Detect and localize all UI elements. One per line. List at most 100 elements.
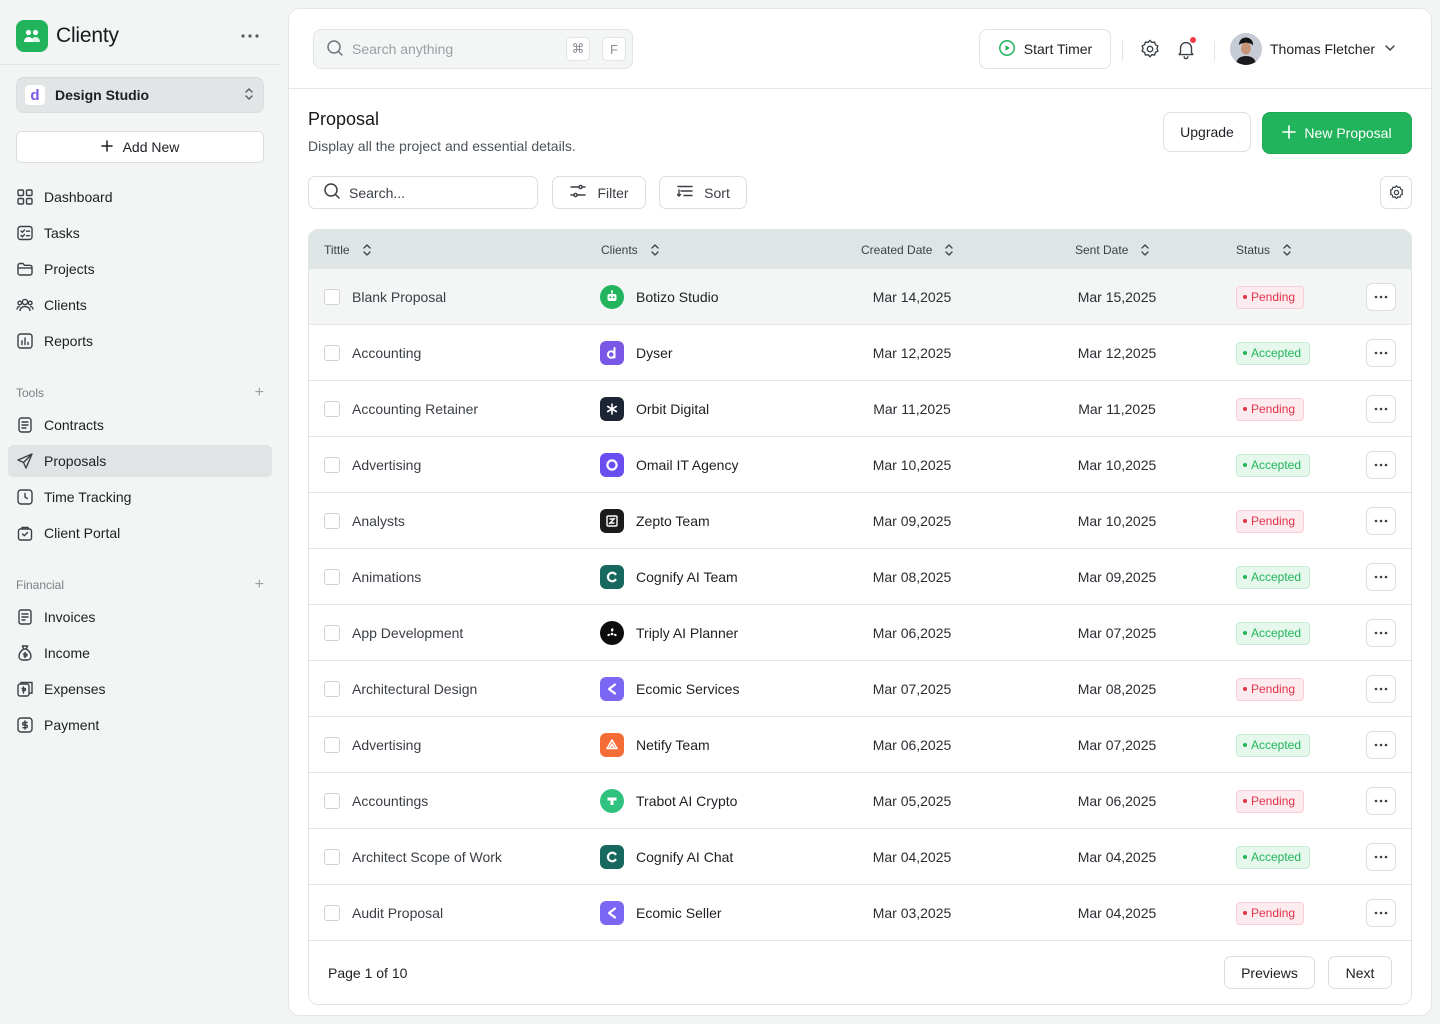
folder-icon xyxy=(16,260,34,278)
table-row[interactable]: App Development Triply AI Planner Mar 06… xyxy=(309,605,1411,661)
shortcut-key-f: F xyxy=(602,37,626,61)
row-more-options-icon[interactable] xyxy=(1366,507,1396,535)
notification-bell-icon[interactable] xyxy=(1174,37,1198,61)
table-row[interactable]: Architectural Design Ecomic Services Mar… xyxy=(309,661,1411,717)
row-actions-cell xyxy=(1366,269,1396,325)
status-badge: Pending xyxy=(1236,677,1305,701)
row-actions-cell xyxy=(1366,661,1396,717)
column-header-clients[interactable]: Clients xyxy=(601,230,660,269)
new-proposal-button[interactable]: New Proposal xyxy=(1262,112,1412,154)
row-checkbox[interactable] xyxy=(324,905,340,921)
row-more-options-icon[interactable] xyxy=(1366,283,1396,311)
client-name: Zepto Team xyxy=(636,513,710,529)
table-row[interactable]: Accounting Dyser Mar 12,2025 Mar 12,2025… xyxy=(309,325,1411,381)
table-row[interactable]: Accountings Trabot AI Crypto Mar 05,2025… xyxy=(309,773,1411,829)
table-row[interactable]: Architect Scope of Work Cognify AI Chat … xyxy=(309,829,1411,885)
more-options-icon[interactable] xyxy=(236,22,264,50)
status-dot xyxy=(1243,519,1247,523)
sidebar-item-time-tracking[interactable]: Time Tracking xyxy=(8,481,272,513)
row-checkbox[interactable] xyxy=(324,457,340,473)
sidebar-item-invoices[interactable]: Invoices xyxy=(8,601,272,633)
row-checkbox[interactable] xyxy=(324,793,340,809)
user-menu[interactable]: Thomas Fletcher xyxy=(1230,33,1397,65)
sidebar-item-contracts[interactable]: Contracts xyxy=(8,409,272,441)
row-checkbox[interactable] xyxy=(324,849,340,865)
column-header-sent-date[interactable]: Sent Date xyxy=(1075,230,1150,269)
table-row[interactable]: Audit Proposal Ecomic Seller Mar 03,2025… xyxy=(309,885,1411,941)
workspace-name: Design Studio xyxy=(55,87,150,103)
sidebar-item-reports[interactable]: Reports xyxy=(8,325,272,357)
sidebar-item-income[interactable]: Income xyxy=(8,637,272,669)
upgrade-button[interactable]: Upgrade xyxy=(1163,112,1251,152)
row-more-options-icon[interactable] xyxy=(1366,339,1396,367)
avatar xyxy=(1230,33,1262,65)
sidebar-item-expenses[interactable]: Expenses xyxy=(8,673,272,705)
sidebar-item-proposals[interactable]: Proposals xyxy=(8,445,272,477)
add-financial-plus-icon[interactable]: + xyxy=(255,577,264,593)
row-checkbox[interactable] xyxy=(324,681,340,697)
row-more-options-icon[interactable] xyxy=(1366,731,1396,759)
add-new-button[interactable]: Add New xyxy=(16,131,264,163)
client-cell: Zepto Team xyxy=(600,493,710,549)
table-row[interactable]: Blank Proposal Botizo Studio Mar 14,2025… xyxy=(309,269,1411,325)
add-tool-plus-icon[interactable]: + xyxy=(255,385,264,401)
users-icon xyxy=(16,296,34,314)
next-page-button[interactable]: Next xyxy=(1328,956,1392,989)
column-header-status[interactable]: Status xyxy=(1236,230,1292,269)
row-checkbox[interactable] xyxy=(324,569,340,585)
client-cell: Cognify AI Team xyxy=(600,549,738,605)
created-date: Mar 06,2025 xyxy=(872,737,952,753)
sort-button[interactable]: Sort xyxy=(659,176,747,209)
global-search-input[interactable] xyxy=(352,41,554,57)
row-more-options-icon[interactable] xyxy=(1366,899,1396,927)
client-name: Omail IT Agency xyxy=(636,457,739,473)
row-checkbox[interactable] xyxy=(324,625,340,641)
previous-page-button[interactable]: Previews xyxy=(1224,956,1315,989)
proposal-search-input[interactable] xyxy=(349,184,530,201)
row-checkbox[interactable] xyxy=(324,513,340,529)
workspace-switcher[interactable]: d Design Studio xyxy=(16,77,264,113)
row-checkbox[interactable] xyxy=(324,737,340,753)
table-settings-gear-icon[interactable] xyxy=(1380,176,1412,209)
start-timer-button[interactable]: Start Timer xyxy=(979,29,1111,69)
column-header-label: Clients xyxy=(601,242,638,257)
settings-gear-icon[interactable] xyxy=(1138,37,1162,61)
filter-button[interactable]: Filter xyxy=(552,176,646,209)
column-header-created-date[interactable]: Created Date xyxy=(861,230,954,269)
dollar-icon xyxy=(16,716,34,734)
row-more-options-icon[interactable] xyxy=(1366,843,1396,871)
row-more-options-icon[interactable] xyxy=(1366,451,1396,479)
sent-date: Mar 08,2025 xyxy=(1077,681,1157,697)
row-checkbox[interactable] xyxy=(324,401,340,417)
sidebar-item-label: Time Tracking xyxy=(44,489,132,505)
row-checkbox[interactable] xyxy=(324,289,340,305)
table-row[interactable]: Advertising Omail IT Agency Mar 10,2025 … xyxy=(309,437,1411,493)
sidebar-item-tasks[interactable]: Tasks xyxy=(8,217,272,249)
sidebar-item-dashboard[interactable]: Dashboard xyxy=(8,181,272,213)
status-dot xyxy=(1243,575,1247,579)
client-logo-icon xyxy=(600,453,624,477)
table-row[interactable]: Accounting Retainer Orbit Digital Mar 11… xyxy=(309,381,1411,437)
row-more-options-icon[interactable] xyxy=(1366,619,1396,647)
row-more-options-icon[interactable] xyxy=(1366,787,1396,815)
status-cell: Pending xyxy=(1236,661,1305,717)
brand[interactable]: Clienty xyxy=(16,20,119,52)
row-more-options-icon[interactable] xyxy=(1366,563,1396,591)
sidebar-item-payment[interactable]: Payment xyxy=(8,709,272,741)
sidebar-item-client-portal[interactable]: Client Portal xyxy=(8,517,272,549)
row-checkbox[interactable] xyxy=(324,345,340,361)
row-more-options-icon[interactable] xyxy=(1366,395,1396,423)
status-badge: Pending xyxy=(1236,509,1305,533)
table-row[interactable]: Analysts Zepto Team Mar 09,2025 Mar 10,2… xyxy=(309,493,1411,549)
row-actions-cell xyxy=(1366,885,1396,941)
global-search[interactable]: ⌘ F xyxy=(313,29,633,69)
table-row[interactable]: Animations Cognify AI Team Mar 08,2025 M… xyxy=(309,549,1411,605)
workspace-badge: d xyxy=(25,85,45,105)
sidebar-item-projects[interactable]: Projects xyxy=(8,253,272,285)
table-row[interactable]: Advertising Netify Team Mar 06,2025 Mar … xyxy=(309,717,1411,773)
column-header-title[interactable]: Tittle xyxy=(324,230,372,269)
created-date: Mar 03,2025 xyxy=(872,905,952,921)
sidebar-item-clients[interactable]: Clients xyxy=(8,289,272,321)
proposal-search[interactable] xyxy=(308,176,538,209)
row-more-options-icon[interactable] xyxy=(1366,675,1396,703)
